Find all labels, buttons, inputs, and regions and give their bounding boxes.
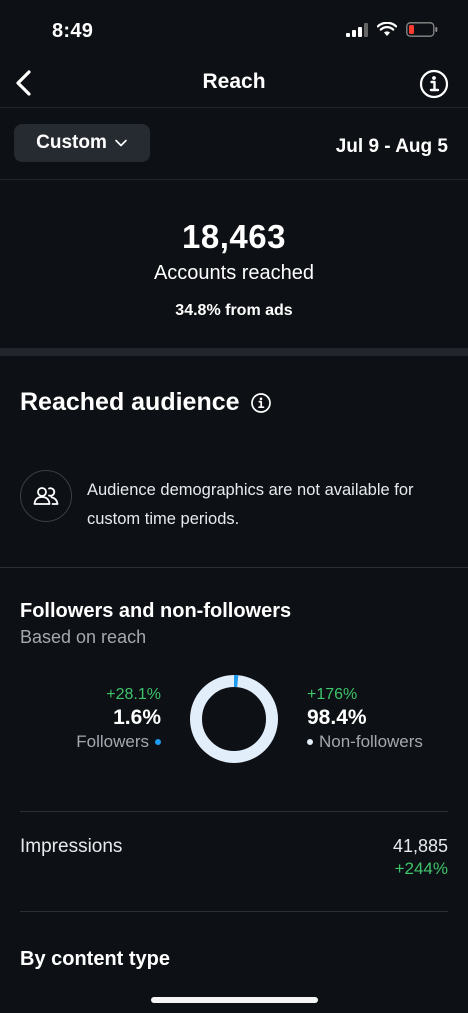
accounts-reached-value: 18,463 [182,218,286,255]
section-divider [0,567,468,568]
followers-dot [155,739,161,745]
followers-legend: Followers [76,732,161,752]
demographics-notice-text: Audience demographics are not available … [87,481,414,528]
accounts-reached-label: Accounts reached [153,262,315,284]
followers-section-subtitle: Based on reach [20,627,147,647]
followers-stat: +28.1% 1.6% Followers [76,686,161,752]
impressions-change: +244% [394,859,448,878]
demographics-notice: Audience demographics are not available … [20,470,460,530]
followers-change: +28.1% [106,686,161,703]
people-icon-circle [20,470,72,522]
period-label: Custom [36,132,107,153]
reached-audience-header: Reached audience [20,388,272,417]
status-icons [346,22,438,37]
top-nav: Reach [0,62,468,108]
home-indicator [151,997,318,1003]
non-followers-percent: 98.4% [307,706,367,729]
followers-percent: 1.6% [113,706,161,729]
from-ads-text: 34.8% from ads [175,302,293,319]
people-icon [33,487,59,505]
non-followers-stat: +176% 98.4% Non-followers [307,686,423,752]
status-time: 8:49 [52,20,94,42]
status-bar: 8:49 [0,0,468,62]
impressions-stat: 41,885 +244% [393,836,448,879]
info-icon [419,69,449,99]
wifi-icon [377,22,397,36]
info-icon[interactable] [250,392,272,414]
followers-donut-chart [190,675,278,763]
non-followers-legend: Non-followers [307,732,423,752]
non-followers-change: +176% [307,686,358,703]
chevron-down-icon [115,139,127,147]
non-followers-label: Non-followers [319,732,423,751]
reach-summary: 18,463 Accounts reached 34.8% from ads [0,180,468,350]
filter-row: Custom Jul 9 - Aug 5 [0,108,468,180]
section-divider [0,348,468,356]
period-dropdown[interactable]: Custom [14,124,150,162]
followers-section-title: Followers and non-followers [20,600,292,622]
battery-icon [406,22,438,37]
content-type-title: By content type [20,948,171,970]
date-range[interactable]: Jul 9 - Aug 5 [336,136,448,158]
page-title: Reach [202,70,266,93]
non-followers-dot [307,739,313,745]
info-button[interactable] [418,68,450,100]
followers-label: Followers [76,732,149,751]
reached-audience-title: Reached audience [20,388,240,416]
signal-icon [346,22,368,37]
row-divider [20,811,448,812]
row-divider [20,911,448,912]
impressions-value: 41,885 [392,836,448,856]
impressions-label: Impressions [20,836,123,857]
non-followers-arc [190,675,278,763]
